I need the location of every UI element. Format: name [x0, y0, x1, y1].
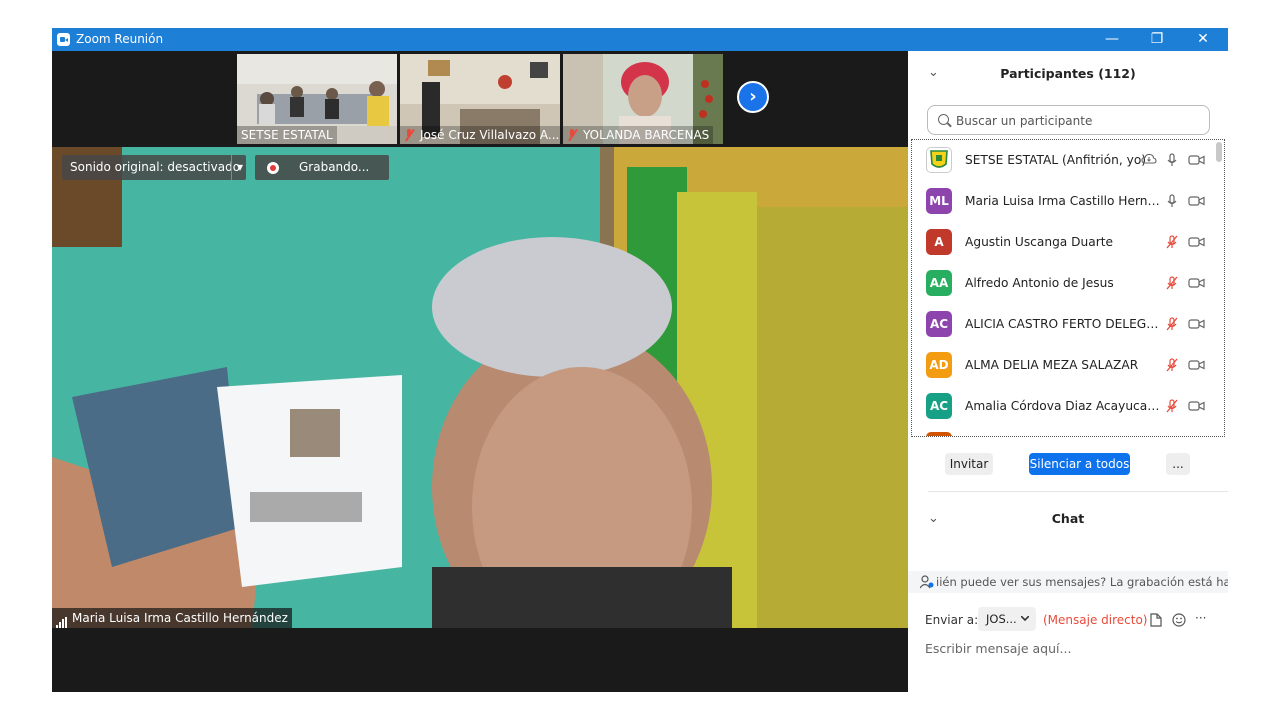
participant-row[interactable]: AD ALMA DELIA MEZA SALAZAR: [912, 345, 1218, 386]
send-to-label: Enviar a:: [925, 613, 979, 627]
zoom-logo-icon: [57, 33, 70, 46]
participant-actions: Invitar Silenciar a todos ...: [908, 453, 1228, 479]
camera-icon[interactable]: [1188, 195, 1205, 210]
close-button[interactable]: ✕: [1180, 28, 1226, 51]
mic-off-icon[interactable]: [1165, 317, 1179, 334]
participant-name: Maria Luisa Irma Castillo Herná...: [965, 194, 1161, 208]
participant-row[interactable]: SETSE ESTATAL (Anfitrión, yo): [912, 140, 1218, 181]
recording-label: Grabando...: [299, 160, 370, 174]
mic-off-icon: [404, 129, 414, 141]
direct-message-label: (Mensaje directo): [1043, 613, 1148, 627]
original-sound-label: Sonido original: desactivado: [70, 160, 241, 174]
notice-text: iién puede ver sus mensajes? La grabació…: [936, 575, 1228, 589]
camera-icon[interactable]: [1188, 318, 1205, 333]
participant-name: YOLANDA BARCENAS: [583, 128, 710, 142]
microphone-icon[interactable]: [1165, 194, 1179, 211]
participant-name: Agustin Uscanga Duarte: [965, 235, 1114, 249]
record-icon: [267, 162, 279, 174]
mic-off-icon[interactable]: [1165, 235, 1179, 252]
zoom-window: Zoom Reunión — ❐ ✕ SETSE ESTATAL José Cr…: [52, 28, 1228, 692]
minimize-button[interactable]: —: [1089, 28, 1135, 51]
title-bar: Zoom Reunión — ❐ ✕: [52, 28, 1228, 51]
camera-icon[interactable]: [1188, 400, 1205, 415]
participant-row[interactable]: AA Alfredo Antonio de Jesus: [912, 263, 1218, 304]
camera-icon[interactable]: [1188, 236, 1205, 251]
recipient-value: JOS...: [986, 612, 1017, 626]
participant-avatar: AC: [926, 393, 952, 419]
person-visibility-icon: [920, 575, 934, 589]
video-stage: SETSE ESTATAL José Cruz Villalvazo A...: [52, 51, 908, 692]
chat-more-icon[interactable]: ···: [1195, 611, 1206, 625]
chat-visibility-notice[interactable]: iién puede ver sus mensajes? La grabació…: [908, 571, 1228, 593]
mic-off-icon[interactable]: [1165, 358, 1179, 375]
thumbnail-setse[interactable]: SETSE ESTATAL: [237, 54, 397, 144]
original-sound-button[interactable]: Sonido original: desactivado ▾: [62, 155, 246, 180]
speaker-name: Maria Luisa Irma Castillo Hernández: [72, 611, 288, 625]
participant-name: Amalia Córdova Diaz Acayucan ...: [965, 399, 1161, 413]
participant-name: Alfredo Antonio de Jesus: [965, 276, 1114, 290]
participant-avatar: AC: [926, 311, 952, 337]
host-logo-avatar: [926, 147, 952, 173]
participants-header: ⌄ Participantes (112): [908, 51, 1228, 99]
next-avatar-partial: [926, 432, 952, 436]
chevron-down-icon: [1021, 616, 1029, 622]
recipient-dropdown[interactable]: JOS...: [978, 607, 1036, 631]
participant-name: SETSE ESTATAL: [241, 128, 333, 142]
window-title: Zoom Reunión: [76, 32, 164, 46]
participant-name: ALMA DELIA MEZA SALAZAR: [965, 358, 1139, 372]
divider: [928, 491, 1228, 492]
participant-name: José Cruz Villalvazo A...: [420, 128, 560, 142]
microphone-icon[interactable]: [1165, 153, 1179, 170]
restore-button[interactable]: ❐: [1134, 28, 1180, 51]
mic-off-icon[interactable]: [1165, 399, 1179, 416]
speaker-name-bar: Maria Luisa Irma Castillo Hernández: [52, 608, 292, 628]
mic-off-icon[interactable]: [1165, 276, 1179, 293]
emoji-icon[interactable]: [1172, 613, 1186, 627]
separator: [231, 155, 232, 180]
camera-icon[interactable]: [1188, 154, 1205, 169]
thumbnail-strip: SETSE ESTATAL José Cruz Villalvazo A...: [52, 51, 908, 147]
camera-icon[interactable]: [1188, 277, 1205, 292]
participant-avatar: AD: [926, 352, 952, 378]
sound-dropdown-icon[interactable]: ▾: [234, 155, 246, 180]
chat-message-input[interactable]: Escribir mensaje aquí...: [925, 641, 1071, 656]
speaker-video-frame: [52, 147, 908, 628]
participant-avatar: A: [926, 229, 952, 255]
mic-off-icon: [567, 129, 577, 141]
invite-button[interactable]: Invitar: [945, 453, 993, 475]
more-options-button[interactable]: ...: [1166, 453, 1190, 475]
participant-row[interactable]: AC ALICIA CASTRO FERTO DELEGAC...: [912, 304, 1218, 345]
participant-avatar: AA: [926, 270, 952, 296]
recording-indicator[interactable]: Grabando...: [255, 155, 389, 180]
search-input[interactable]: [954, 110, 1208, 132]
participant-name: SETSE ESTATAL (Anfitrión, yo): [965, 153, 1147, 167]
participant-name: ALICIA CASTRO FERTO DELEGAC...: [965, 317, 1161, 331]
thumbnail-label: José Cruz Villalvazo A...: [400, 126, 560, 144]
participants-title: Participantes (112): [1000, 66, 1136, 81]
active-speaker-video[interactable]: Sonido original: desactivado ▾ Grabando.…: [52, 147, 908, 628]
signal-strength-icon: [56, 609, 68, 628]
thumbnail-jose[interactable]: José Cruz Villalvazo A...: [400, 54, 560, 144]
participant-row[interactable]: ML Maria Luisa Irma Castillo Herná...: [912, 181, 1218, 222]
chat-title: Chat: [1051, 511, 1085, 526]
thumbnail-label: SETSE ESTATAL: [237, 126, 337, 144]
participant-search[interactable]: [927, 105, 1210, 135]
participant-row[interactable]: AC Amalia Córdova Diaz Acayucan ...: [912, 386, 1218, 427]
search-icon: [938, 114, 949, 125]
file-icon[interactable]: [1150, 613, 1162, 627]
camera-icon[interactable]: [1188, 359, 1205, 374]
participants-list[interactable]: SETSE ESTATAL (Anfitrión, yo) ML Maria Lui…: [911, 139, 1225, 437]
next-page-button[interactable]: ›: [737, 81, 769, 113]
mute-all-button[interactable]: Silenciar a todos: [1029, 453, 1130, 475]
cloud-recording-icon: [1141, 153, 1157, 168]
thumbnail-label: YOLANDA BARCENAS: [563, 126, 714, 144]
chat-send-to-row: Enviar a: JOS... (Mensaje directo) ···: [908, 607, 1228, 633]
participant-row[interactable]: A Agustin Uscanga Duarte: [912, 222, 1218, 263]
participant-avatar: ML: [926, 188, 952, 214]
side-panel: ⌄ Participantes (112) SETSE ESTATAL (Anf…: [908, 51, 1228, 692]
thumbnail-yolanda[interactable]: YOLANDA BARCENAS: [563, 54, 723, 144]
